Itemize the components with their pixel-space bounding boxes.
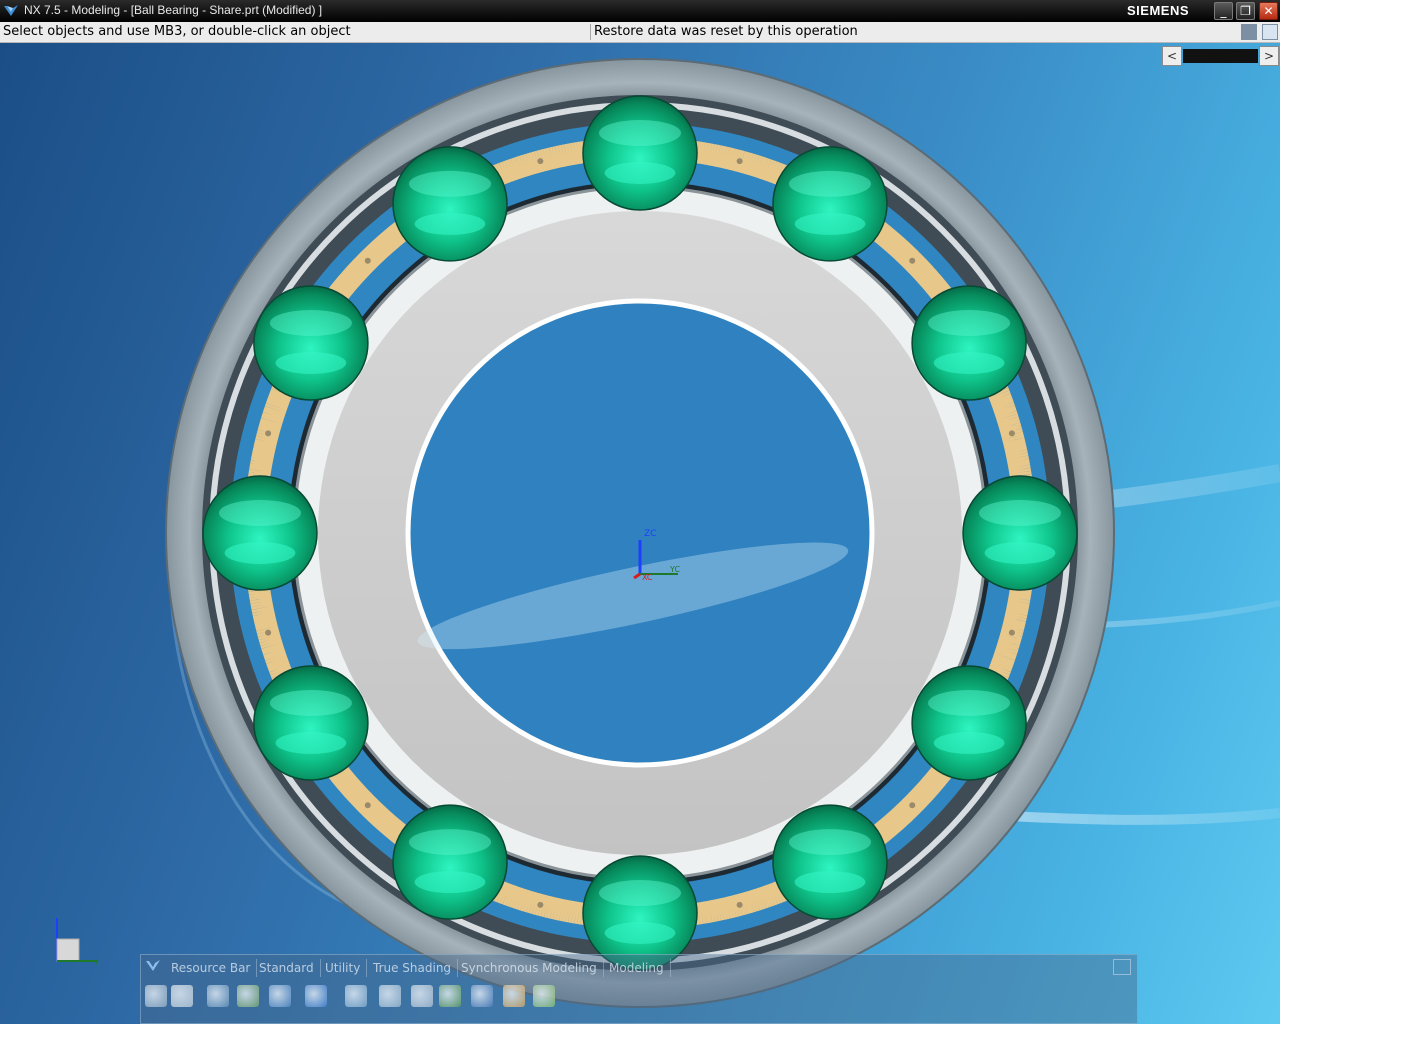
point-icon[interactable]	[237, 985, 259, 1007]
scroll-right-button[interactable]: >	[1259, 46, 1279, 66]
status-line-message: Restore data was reset by this operation	[594, 24, 858, 39]
ball-highlight[interactable]	[269, 690, 352, 716]
ball-highlight[interactable]	[978, 500, 1062, 526]
datum-csys-triad[interactable]: ZC XC YC	[632, 526, 682, 586]
bearing-ball[interactable]	[772, 804, 888, 920]
tab-resource-bar[interactable]: Resource Bar	[171, 959, 258, 977]
status-bar: Select objects and use MB3, or double-cl…	[0, 22, 1280, 43]
bearing-ball[interactable]	[253, 665, 369, 781]
cage-rivet[interactable]	[265, 629, 272, 636]
triad-x-label: XC	[642, 573, 653, 582]
title-bar[interactable]: NX 7.5 - Modeling - [Ball Bearing - Shar…	[0, 0, 1280, 22]
graphics-window[interactable]: ZC XC YC	[0, 43, 1280, 1024]
scroll-left-button[interactable]: <	[1162, 46, 1182, 66]
triad-z-label: ZC	[644, 529, 656, 539]
ball-highlight[interactable]	[598, 880, 682, 906]
cage-rivet[interactable]	[364, 257, 371, 264]
ball-highlight[interactable]	[933, 732, 1005, 754]
fullscreen-icon[interactable]	[1262, 24, 1278, 40]
tab-modeling[interactable]: Modeling	[609, 959, 671, 977]
cage-rivet[interactable]	[909, 802, 916, 809]
tab-utility[interactable]: Utility	[325, 959, 368, 977]
toolbar-options-icon[interactable]	[1113, 959, 1131, 975]
ball-highlight[interactable]	[794, 871, 866, 894]
bearing-ball[interactable]	[582, 855, 698, 971]
route-icon[interactable]	[471, 985, 493, 1007]
bearing-ball[interactable]	[202, 475, 318, 591]
bearing-ball[interactable]	[392, 146, 508, 262]
wcs-icon[interactable]	[439, 985, 461, 1007]
snap-icon[interactable]	[207, 985, 229, 1007]
bearing-ball[interactable]	[253, 285, 369, 401]
ball-highlight[interactable]	[275, 352, 347, 374]
ball-highlight[interactable]	[928, 690, 1011, 716]
tab-true-shading[interactable]: True Shading	[373, 959, 459, 977]
close-button[interactable]: ✕	[1259, 2, 1278, 20]
ball-highlight[interactable]	[984, 542, 1056, 564]
toolbar-tab-row: Resource Bar Standard Utility True Shadi…	[141, 955, 1137, 979]
view-scroll-control[interactable]: < >	[1162, 46, 1279, 66]
clock-icon[interactable]	[379, 985, 401, 1007]
nx-logo-icon	[4, 5, 18, 16]
info-icon[interactable]	[305, 985, 327, 1007]
window-title: NX 7.5 - Modeling - [Ball Bearing - Shar…	[24, 3, 323, 17]
siemens-brand-logo: SIEMENS	[1127, 3, 1190, 18]
ball-highlight[interactable]	[224, 542, 296, 564]
ball-highlight[interactable]	[788, 829, 872, 856]
ball-highlight[interactable]	[275, 732, 347, 754]
cage-rivet[interactable]	[1008, 430, 1015, 437]
layer-icon[interactable]	[411, 985, 433, 1007]
triad-y-label: YC	[669, 565, 680, 574]
scroll-track[interactable]	[1183, 49, 1258, 63]
bearing-ball[interactable]	[772, 146, 888, 262]
ball-highlight[interactable]	[408, 170, 492, 197]
nx-menu-icon[interactable]	[145, 958, 161, 974]
cage-rivet[interactable]	[736, 158, 743, 165]
cage-rivet[interactable]	[736, 901, 743, 908]
bearing-ball[interactable]	[962, 475, 1078, 591]
ball-highlight[interactable]	[218, 500, 302, 526]
tab-standard[interactable]: Standard	[259, 959, 321, 977]
cage-rivet[interactable]	[1008, 629, 1015, 636]
group-icon[interactable]	[503, 985, 525, 1007]
ball-highlight[interactable]	[933, 352, 1005, 374]
toolbar-dock[interactable]: Resource Bar Standard Utility True Shadi…	[140, 954, 1138, 1024]
bearing-ball[interactable]	[911, 285, 1027, 401]
ball-highlight[interactable]	[788, 170, 872, 197]
cage-rivet[interactable]	[909, 257, 916, 264]
settings-icon[interactable]	[145, 985, 167, 1007]
ball-highlight[interactable]	[408, 829, 492, 856]
cage-rivet[interactable]	[537, 901, 544, 908]
ball-highlight[interactable]	[414, 212, 486, 235]
ball-highlight[interactable]	[414, 871, 486, 894]
nx-application-window: NX 7.5 - Modeling - [Ball Bearing - Shar…	[0, 0, 1280, 1024]
cue-line-prompt: Select objects and use MB3, or double-cl…	[3, 24, 351, 39]
ball-highlight[interactable]	[604, 162, 676, 184]
bearing-ball[interactable]	[911, 665, 1027, 781]
cage-rivet[interactable]	[265, 430, 272, 437]
tab-synchronous-modeling[interactable]: Synchronous Modeling	[461, 959, 604, 977]
minimize-button[interactable]: _	[1214, 2, 1233, 20]
image-icon[interactable]	[533, 985, 555, 1007]
selection-filter-icon[interactable]	[1241, 24, 1257, 40]
book-icon[interactable]	[269, 985, 291, 1007]
analysis-icon[interactable]	[345, 985, 367, 1007]
cage-rivet[interactable]	[537, 158, 544, 165]
ball-highlight[interactable]	[794, 212, 866, 235]
ball-highlight[interactable]	[269, 310, 352, 336]
toolbar-icon-row	[141, 981, 1137, 1013]
ball-highlight[interactable]	[598, 120, 682, 146]
ball-highlight[interactable]	[928, 310, 1011, 336]
cage-rivet[interactable]	[364, 802, 371, 809]
wcs-y-label: Y	[93, 959, 99, 966]
status-divider	[590, 24, 591, 40]
copy-icon[interactable]	[171, 985, 193, 1007]
bearing-ball[interactable]	[582, 95, 698, 211]
restore-button[interactable]: ❐	[1236, 2, 1255, 20]
ball-highlight[interactable]	[604, 922, 676, 944]
view-triad-wcs: Y	[56, 918, 99, 966]
bearing-ball[interactable]	[392, 804, 508, 920]
